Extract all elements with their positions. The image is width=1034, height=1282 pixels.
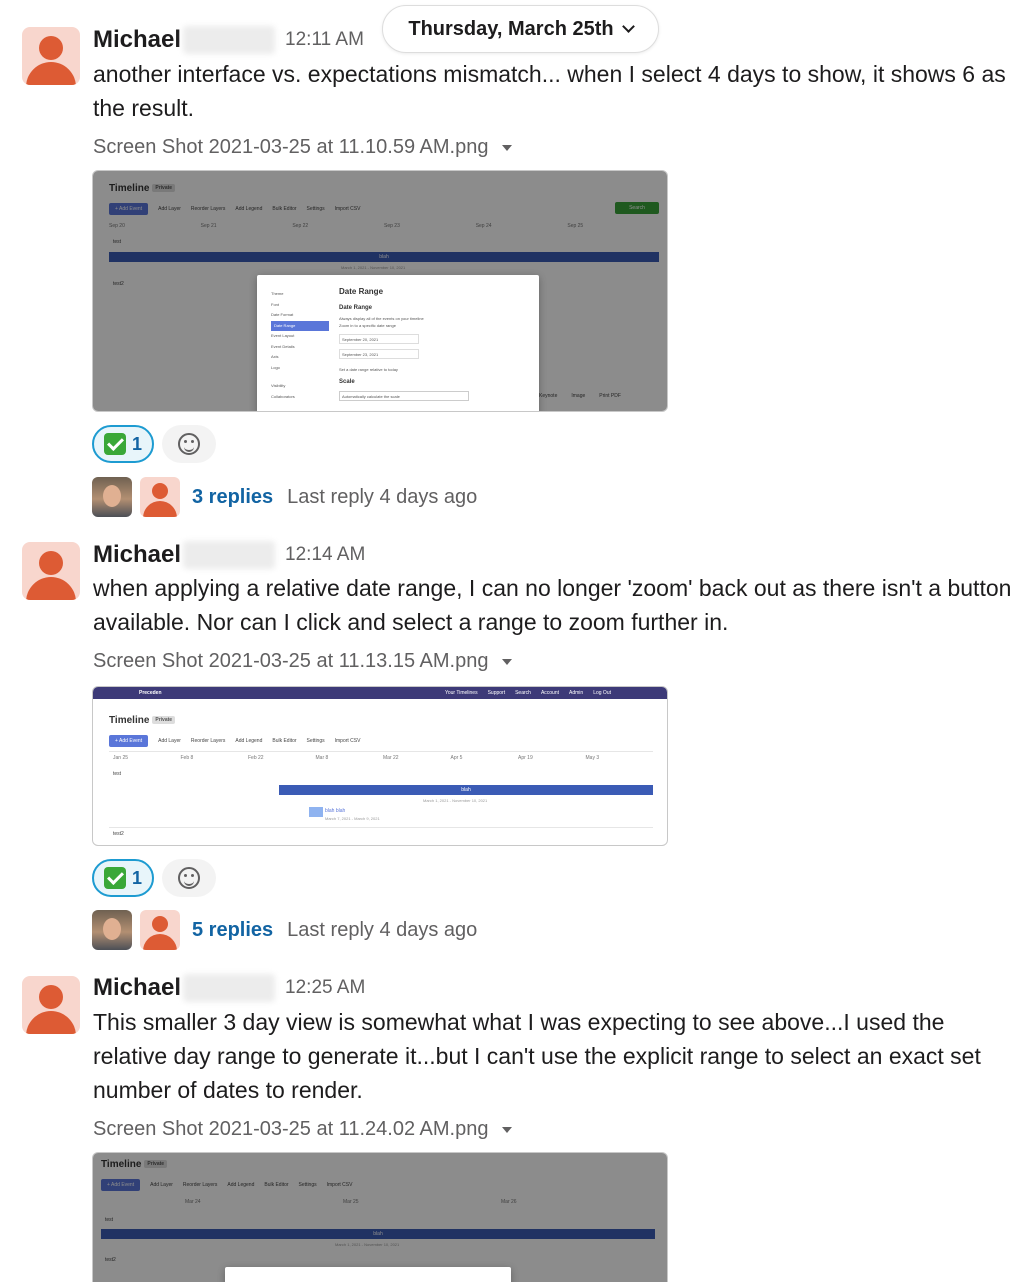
add-emoji-icon	[178, 867, 201, 889]
add-emoji-icon	[178, 433, 201, 455]
avatar[interactable]	[22, 976, 80, 1034]
reaction-count: 1	[132, 867, 143, 888]
screenshot-attachment[interactable]: Preceden Your Timelines Support Search Acco…	[92, 686, 668, 846]
file-name: Screen Shot 2021-03-25 at 11.13.15 AM.pn…	[93, 650, 489, 672]
check-mark-icon	[104, 433, 126, 455]
author-name[interactable]: Michael	[93, 974, 181, 1002]
file-header[interactable]: Screen Shot 2021-03-25 at 11.13.15 AM.pn…	[93, 650, 513, 673]
redacted-surname	[183, 541, 276, 569]
add-reaction-button[interactable]	[162, 859, 217, 897]
caret-down-icon	[502, 658, 513, 665]
avatar[interactable]	[92, 910, 132, 950]
avatar[interactable]	[140, 477, 180, 517]
date-divider-button[interactable]: Thursday, March 25th	[382, 5, 659, 53]
screenshot-attachment[interactable]: Timeline Private + Add Event Add Layer Reor…	[92, 170, 668, 412]
avatar[interactable]	[92, 477, 132, 517]
reaction-count: 1	[132, 433, 143, 454]
caret-down-icon	[502, 1126, 513, 1133]
caret-down-icon	[502, 144, 513, 151]
timestamp[interactable]: 12:25 AM	[285, 977, 365, 999]
screenshot-attachment[interactable]: Timeline Private + Add Event Add Layer Reor…	[92, 1152, 668, 1282]
last-reply: Last reply 4 days ago	[287, 918, 478, 941]
file-header[interactable]: Screen Shot 2021-03-25 at 11.24.02 AM.pn…	[93, 1118, 513, 1141]
redacted-surname	[183, 26, 276, 54]
file-name: Screen Shot 2021-03-25 at 11.24.02 AM.pn…	[93, 1118, 489, 1140]
check-mark-icon	[104, 867, 126, 889]
author-name[interactable]: Michael	[93, 541, 181, 569]
date-divider-label: Thursday, March 25th	[408, 17, 614, 40]
replies-link[interactable]: 3 replies	[192, 486, 273, 509]
replies-link[interactable]: 5 replies	[192, 919, 273, 942]
author-name[interactable]: Michael	[93, 26, 181, 54]
message-text: another interface vs. expectations misma…	[93, 61, 1006, 121]
last-reply: Last reply 4 days ago	[287, 485, 478, 508]
add-reaction-button[interactable]	[162, 425, 217, 463]
avatar[interactable]	[140, 910, 180, 950]
reaction-check[interactable]: 1	[92, 859, 155, 897]
file-name: Screen Shot 2021-03-25 at 11.10.59 AM.pn…	[93, 136, 489, 158]
file-header[interactable]: Screen Shot 2021-03-25 at 11.10.59 AM.pn…	[93, 136, 513, 159]
thread-summary[interactable]: 3 replies Last reply 4 days ago	[92, 477, 477, 517]
reaction-check[interactable]: 1	[92, 425, 155, 463]
timestamp[interactable]: 12:14 AM	[285, 544, 365, 566]
chevron-down-icon	[621, 20, 635, 33]
redacted-surname	[183, 974, 276, 1002]
message-text: This smaller 3 day view is somewhat what…	[93, 1009, 981, 1103]
message-text: when applying a relative date range, I c…	[93, 575, 1012, 635]
thread-summary[interactable]: 5 replies Last reply 4 days ago	[92, 910, 477, 950]
avatar[interactable]	[22, 27, 80, 85]
timestamp[interactable]: 12:11 AM	[285, 29, 364, 51]
avatar[interactable]	[22, 542, 80, 600]
